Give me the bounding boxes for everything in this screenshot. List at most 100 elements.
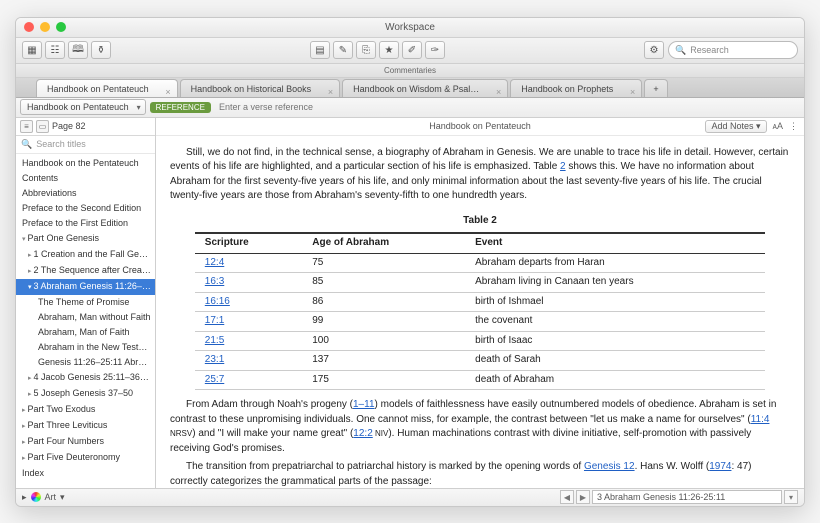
toc-item[interactable]: Preface to the Second Edition [16,201,155,216]
sidebar-header: ≡ ▭ Page 82 [16,118,155,136]
close-tab-icon[interactable]: × [328,83,333,101]
citation-link[interactable]: 1974 [709,461,731,472]
table-row: 21:5100birth of Isaac [195,331,765,351]
view-options-button[interactable]: ⋮ [789,121,798,132]
copy-button[interactable]: ⎘ [356,41,376,59]
nav-prev-button[interactable]: ◀ [560,490,574,504]
close-window-button[interactable] [24,22,34,32]
new-tab-button[interactable]: + [644,79,667,97]
toc-item[interactable]: The Theme of Promise [16,295,155,310]
status-label: Art [45,492,57,502]
toc-item[interactable]: Abbreviations [16,186,155,201]
sidebar: ≡ ▭ Page 82 🔍 Search titles Handbook on … [16,118,156,488]
table-row: 16:385Abraham living in Canaan ten years [195,273,765,293]
location-field[interactable]: 3 Abraham Genesis 11:26-25:11 [592,490,782,504]
verse-link[interactable]: 16:16 [205,296,230,307]
toc-item[interactable]: Part Three Leviticus [16,418,155,434]
verse-link[interactable]: 12:4 [205,257,224,268]
tab-bar: Handbook on Pentateuch×Handbook on Histo… [16,78,804,98]
toc-item[interactable]: Genesis 11:26–25:11 Abraham [16,355,155,370]
calendar-button[interactable]: ☷ [45,41,65,59]
minimize-window-button[interactable] [40,22,50,32]
toc-item[interactable]: 2 The Sequence after Creation and t… [16,263,155,279]
toc-item[interactable]: Index [16,466,155,481]
research-search[interactable]: 🔍 Research [668,41,798,59]
table-row: 25:7175death of Abraham [195,370,765,390]
toc-item[interactable]: Abraham, Man of Faith [16,325,155,340]
search-icon: 🔍 [675,45,686,56]
disclosure-icon[interactable]: ▸ [22,492,27,503]
verse-link[interactable]: 21:5 [205,335,224,346]
star-button[interactable]: ★ [379,41,399,59]
note-button[interactable]: ✎ [333,41,353,59]
pencil-button[interactable]: ✐ [402,41,422,59]
table-header: Age of Abraham [302,233,465,253]
table-row: 17:199the covenant [195,312,765,332]
toc-item[interactable]: 5 Joseph Genesis 37–50 [16,386,155,402]
reference-bar: Handbook on Pentateuch REFERENCE [16,98,804,118]
window-title: Workspace [385,22,435,33]
dropdown-icon[interactable]: ▾ [60,492,65,503]
verse-link[interactable]: 25:7 [205,374,224,385]
close-tab-icon[interactable]: × [630,83,635,101]
toc-item[interactable]: 3 Abraham Genesis 11:26–25:11 [16,279,155,295]
add-notes-button[interactable]: Add Notes ▾ [705,120,766,133]
palette-icon[interactable] [31,492,41,502]
toc-item[interactable]: Part Two Exodus [16,402,155,418]
pen-button[interactable]: ✑ [425,41,445,59]
table-title: Table 2 [170,214,790,229]
close-tab-icon[interactable]: × [496,83,501,101]
reading-pane[interactable]: Still, we do not find, in the technical … [156,136,804,488]
toc-item[interactable]: Part One Genesis [16,231,155,247]
verse-link[interactable]: 12:2 [353,428,372,439]
search-icon: 🔍 [21,139,32,150]
toc-item[interactable]: Abraham in the New Testament [16,340,155,355]
toc-item[interactable]: 1 Creation and the Fall Genesis 1–3 [16,247,155,263]
toc-item[interactable]: Part Five Deuteronomy [16,450,155,466]
verse-link[interactable]: 16:3 [205,276,224,287]
resource-tab[interactable]: Handbook on Prophets× [510,79,642,97]
reference-input[interactable] [215,100,800,115]
table-row: 16:1686birth of Ishmael [195,292,765,312]
resource-select[interactable]: Handbook on Pentateuch [20,99,146,115]
sidebar-search[interactable]: 🔍 Search titles [16,136,155,154]
table-row: 23:1137death of Sarah [195,351,765,371]
toc-item[interactable]: 4 Jacob Genesis 25:11–36:42 [16,370,155,386]
zoom-window-button[interactable] [56,22,66,32]
bookmarks-button[interactable]: 🕮 [68,41,88,59]
text-size-control[interactable]: ᴀA [773,121,783,131]
tools-button[interactable]: ⚱ [91,41,111,59]
paragraph: The transition from prepatriarchal to pa… [170,460,790,488]
page-number-label: Page 82 [52,121,86,131]
resource-tab[interactable]: Handbook on Wisdom & Psal…× [342,79,508,97]
toc-item[interactable]: Contents [16,171,155,186]
toc-item[interactable]: Preface to the First Edition [16,216,155,231]
verse-link[interactable]: 23:1 [205,354,224,365]
verse-link[interactable]: 1–11 [353,399,375,410]
toc-item[interactable]: Handbook on the Pentateuch [16,156,155,171]
verse-link[interactable]: Genesis 12 [584,461,635,472]
location-menu-button[interactable]: ▾ [784,490,798,504]
resource-tab[interactable]: Handbook on Pentateuch× [36,79,178,97]
nav-next-button[interactable]: ▶ [576,490,590,504]
page-icon[interactable]: ▭ [36,120,49,133]
table-row: 12:475Abraham departs from Haran [195,253,765,273]
main-pane: Handbook on Pentateuch Add Notes ▾ ᴀA ⋮ … [156,118,804,488]
verse-link[interactable]: 17:1 [205,315,224,326]
toc-item[interactable]: Abraham, Man without Faith [16,310,155,325]
app-window: Workspace ▦ ☷ 🕮 ⚱ ▤ ✎ ⎘ ★ ✐ ✑ ⚙ 🔍 Resear… [15,17,805,507]
library-button[interactable]: ▦ [22,41,42,59]
paragraph: From Adam through Noah's progeny (1–11) … [170,398,790,456]
toc-item[interactable]: Part Four Numbers [16,434,155,450]
sidebar-toc: Handbook on the PentateuchContentsAbbrev… [16,154,155,488]
settings-button[interactable]: ⚙ [644,41,664,59]
table-header: Event [465,233,765,253]
close-tab-icon[interactable]: × [165,83,170,101]
titlebar: Workspace [16,18,804,38]
contents-icon[interactable]: ≡ [20,120,33,133]
scripture-table: ScriptureAge of AbrahamEvent 12:475Abrah… [195,232,765,390]
reference-mode-badge[interactable]: REFERENCE [150,102,211,113]
verse-link[interactable]: 11:4 [751,414,770,425]
resource-tab[interactable]: Handbook on Historical Books× [180,79,341,97]
highlight-button[interactable]: ▤ [310,41,330,59]
